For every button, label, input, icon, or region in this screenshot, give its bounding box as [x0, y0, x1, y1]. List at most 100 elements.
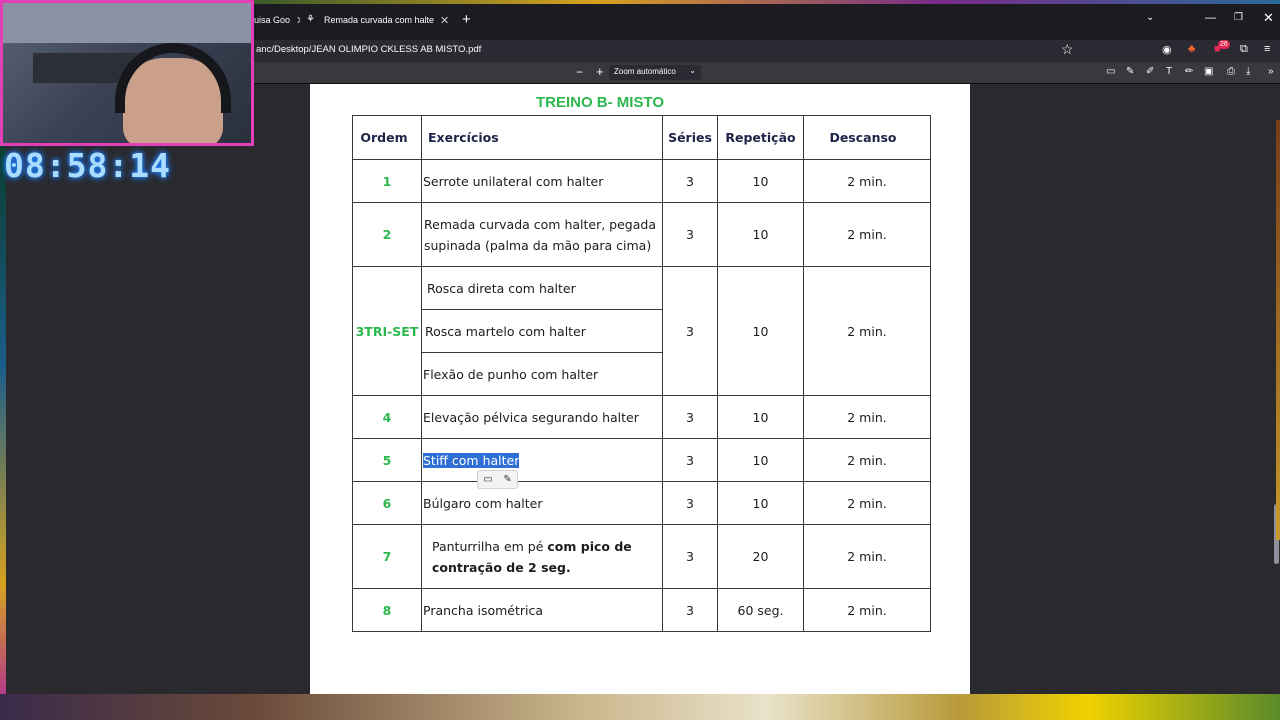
zoom-in-button[interactable]: +	[596, 64, 604, 79]
exercise-name-line: supinada (palma da mão para cima)	[424, 237, 652, 253]
series-value: 3	[686, 173, 694, 189]
draw-icon[interactable]: ✏	[1185, 66, 1193, 77]
exercise-name-line: Remada curvada com halter, pegada	[424, 216, 656, 232]
table-row: 4 Elevação pélvica segurando halter 3 10…	[352, 395, 931, 439]
table-row: 8 Prancha isométrica 3 60 seg. 2 min.	[352, 588, 931, 632]
zoom-value: Zoom automático	[614, 67, 676, 76]
table-row: 3TRI-SET Rosca direta com halter 3 10 2 …	[352, 266, 931, 396]
series-value: 3	[686, 409, 694, 425]
exercise-name-line: Panturrilha em pé com pico de	[432, 536, 662, 557]
tab-remada-curvada[interactable]: ⚘ Remada curvada com halteres: ✕	[306, 8, 452, 32]
table-row: 5 Stiff com halter 3 10 2 min.	[352, 438, 931, 482]
pdf-page: TREINO B- MISTO Ordem Exercícios Séries …	[310, 84, 970, 694]
table-header-row: Ordem Exercícios Séries Repetição Descan…	[352, 115, 931, 160]
exercise-name-emphasis: contração de 2 seg.	[432, 559, 571, 575]
table-row: 7 Panturrilha em pé com pico de contraçã…	[352, 524, 931, 589]
reps-value: 20	[752, 549, 769, 564]
zoom-out-button[interactable]: −	[576, 65, 583, 79]
exercise-name: Rosca martelo com halter	[425, 323, 586, 339]
text-icon[interactable]: T	[1166, 66, 1172, 77]
account-icon[interactable]: ◉	[1162, 43, 1172, 56]
row-number: 4	[382, 409, 392, 425]
close-icon[interactable]: ✕	[440, 14, 449, 27]
tab-google-search[interactable]: uisa Goo ✕	[254, 8, 300, 32]
row-number: 3TRI-SET	[355, 323, 419, 339]
series-value: 3	[686, 549, 694, 564]
exercise-name: Rosca direta com halter	[427, 280, 576, 296]
header-series: Séries	[662, 115, 718, 160]
row-number: 6	[382, 495, 392, 511]
series-value: 3	[686, 227, 694, 242]
comment-icon[interactable]: ▭	[483, 474, 492, 485]
zoom-select[interactable]: Zoom automático ⌄	[609, 65, 701, 80]
series-value: 3	[686, 602, 694, 618]
reps-value: 10	[752, 409, 769, 425]
background-art	[0, 146, 6, 694]
row-number: 5	[382, 452, 392, 468]
exercise-name: Búlgaro com halter	[423, 495, 543, 511]
exercise-name: Serrote unilateral com halter	[423, 173, 604, 189]
series-value: 3	[686, 452, 694, 468]
pencil-icon[interactable]: ✎	[503, 474, 511, 485]
table-row: 6 Búlgaro com halter 3 10 2 min.	[352, 481, 931, 525]
rest-value: 2 min.	[847, 549, 887, 564]
header-exercicios: Exercícios	[421, 115, 663, 160]
workout-table: Ordem Exercícios Séries Repetição Descan…	[352, 115, 931, 632]
more-tools-icon[interactable]: »	[1268, 66, 1274, 77]
restore-icon[interactable]: ❐	[1234, 12, 1243, 23]
rest-value: 2 min.	[847, 227, 887, 242]
exercise-name: Prancha isométrica	[423, 602, 544, 618]
url-field[interactable]: anc/Desktop/JEAN OLIMPIO CKLESS AB MISTO…	[256, 44, 481, 55]
rest-value: 2 min.	[847, 409, 887, 425]
reps-value: 10	[752, 452, 769, 468]
table-row: 1 Serrote unilateral com halter 3 10 2 m…	[352, 159, 931, 203]
menu-icon[interactable]: ≡	[1264, 43, 1270, 55]
new-tab-button[interactable]: +	[462, 7, 471, 31]
background-art	[254, 0, 1280, 4]
extensions-puzzle-icon[interactable]: ⧉	[1240, 43, 1248, 56]
webcam-overlay	[0, 0, 254, 146]
annotation-popup: ▭ ✎	[477, 470, 518, 489]
exercise-name-emphasis: com pico de	[547, 538, 632, 554]
rest-value: 2 min.	[847, 323, 887, 339]
selected-text[interactable]: Stiff com halter	[423, 452, 520, 468]
star-icon[interactable]: ☆	[1061, 41, 1074, 58]
row-number: 8	[382, 602, 392, 618]
notification-badge: 26	[1218, 40, 1230, 49]
reps-value: 10	[752, 495, 769, 511]
rest-value: 2 min.	[847, 173, 887, 189]
print-icon[interactable]: ⎙	[1227, 66, 1235, 77]
extension-fox-icon[interactable]: ♣	[1188, 43, 1195, 55]
chevron-down-icon: ⌄	[689, 66, 696, 75]
exercise-name: Elevação pélvica segurando halter	[423, 409, 639, 425]
highlight-icon[interactable]: ✐	[1146, 66, 1154, 77]
background-art	[0, 694, 1280, 720]
rest-value: 2 min.	[847, 602, 887, 618]
table-row: 2 Remada curvada com halter, pegada supi…	[352, 202, 931, 267]
stream-timer: 08:58:14	[4, 146, 171, 185]
row-number: 1	[382, 173, 392, 189]
image-icon[interactable]: ▣	[1204, 66, 1213, 77]
favicon-icon: ⚘	[306, 14, 315, 25]
save-icon[interactable]: ⤓	[1246, 66, 1250, 77]
background-art	[1276, 120, 1280, 540]
document-title: TREINO B- MISTO	[535, 94, 665, 111]
exercise-name-part: Panturrilha em pé	[432, 538, 548, 554]
chevron-down-icon[interactable]: ⌄	[1146, 12, 1154, 23]
close-window-icon[interactable]: ✕	[1263, 10, 1274, 26]
rest-value: 2 min.	[847, 452, 887, 468]
reps-value: 10	[752, 173, 769, 189]
row-number: 2	[382, 227, 392, 242]
tab-label: uisa Goo	[254, 15, 291, 25]
minimize-icon[interactable]: —	[1205, 12, 1216, 24]
exercise-name: Flexão de punho com halter	[423, 366, 599, 382]
comment-icon[interactable]: ▭	[1106, 66, 1115, 77]
edit-doc-icon[interactable]: ✎	[1126, 66, 1134, 77]
webcam-background	[3, 3, 251, 43]
tab-label: Remada curvada com halteres:	[324, 15, 434, 25]
close-icon[interactable]: ✕	[296, 14, 300, 27]
rest-value: 2 min.	[847, 495, 887, 511]
header-ordem: Ordem	[352, 115, 422, 160]
reps-value: 10	[752, 323, 769, 339]
reps-value: 10	[752, 227, 769, 242]
